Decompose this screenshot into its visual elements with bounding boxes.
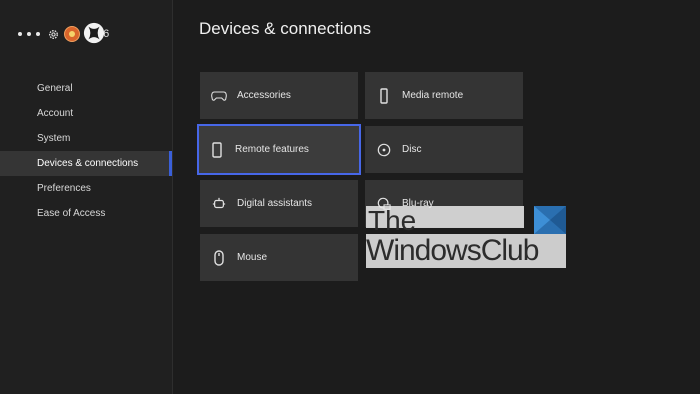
disc-icon (376, 142, 392, 158)
tile-label: Accessories (237, 90, 291, 101)
accessories-tile[interactable]: Accessories (200, 72, 358, 119)
tile-label: Remote features (235, 144, 309, 155)
media-remote-tile[interactable]: Media remote (365, 72, 523, 119)
windows-logo-icon (534, 206, 566, 234)
sidebar-item-label: Preferences (37, 183, 91, 194)
page-title: Devices & connections (199, 19, 371, 38)
bluray-tile[interactable]: Blu-ray (365, 180, 523, 227)
settings-nav: General Account System Devices & connect… (0, 76, 172, 226)
sidebar-item-devices-connections[interactable]: Devices & connections (0, 151, 172, 176)
sidebar-item-label: Devices & connections (37, 158, 139, 169)
main-content: Devices & connections Accessories Media … (173, 0, 700, 394)
mouse-icon (211, 249, 227, 266)
phone-icon (209, 141, 225, 158)
tile-label: Digital assistants (237, 198, 313, 209)
watermark-line2: WindowsClub (366, 234, 539, 267)
sidebar-item-system[interactable]: System (0, 126, 172, 151)
tile-label: Disc (402, 144, 422, 155)
remote-icon (376, 87, 392, 104)
sidebar-item-label: System (37, 133, 71, 144)
sidebar-item-label: Ease of Access (37, 208, 106, 219)
sidebar: C...6 General Account System Devices & c… (0, 0, 173, 394)
tile-label: Media remote (402, 90, 464, 101)
sidebar-item-preferences[interactable]: Preferences (0, 176, 172, 201)
disc-tile[interactable]: Disc (365, 126, 523, 173)
mouse-tile[interactable]: Mouse (200, 234, 358, 281)
sidebar-item-general[interactable]: General (0, 76, 172, 101)
gear-icon[interactable] (46, 27, 60, 41)
bluray-icon (376, 196, 392, 212)
tile-label: Blu-ray (402, 198, 434, 209)
sidebar-item-account[interactable]: Account (0, 101, 172, 126)
gamepad-icon (211, 88, 227, 104)
avatar[interactable] (64, 26, 80, 42)
assistant-icon (211, 196, 227, 212)
sidebar-item-label: General (37, 83, 73, 94)
xbox-logo-icon (83, 22, 105, 44)
more-dots-icon[interactable] (18, 32, 40, 36)
remote-features-tile[interactable]: Remote features (197, 124, 361, 175)
sidebar-item-ease-of-access[interactable]: Ease of Access (0, 201, 172, 226)
digital-assistants-tile[interactable]: Digital assistants (200, 180, 358, 227)
sidebar-item-label: Account (37, 108, 74, 119)
tile-label: Mouse (237, 252, 268, 263)
